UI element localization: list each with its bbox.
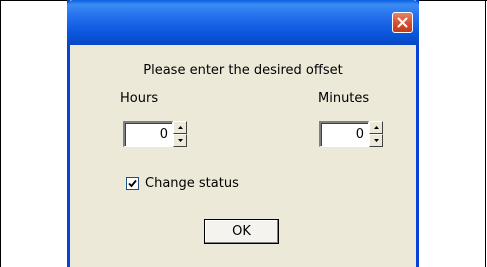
change-status-label[interactable]: Change status (145, 176, 239, 191)
minutes-decrement-button[interactable] (369, 134, 383, 147)
dialog-titlebar[interactable] (67, 0, 419, 45)
minutes-spin-buttons (369, 121, 383, 147)
hours-decrement-button[interactable] (173, 134, 187, 147)
close-icon (397, 17, 408, 28)
hours-input[interactable]: 0 (123, 121, 173, 147)
frame-right-border (485, 0, 486, 267)
close-button[interactable] (392, 12, 413, 33)
frame-left-border (0, 0, 1, 267)
hours-increment-button[interactable] (173, 121, 187, 134)
dialog-content: Please enter the desired offset Hours Mi… (70, 45, 416, 267)
minutes-label: Minutes (318, 91, 370, 106)
hours-spin-buttons (173, 121, 187, 147)
change-status-checkbox[interactable] (126, 177, 139, 190)
page: Please enter the desired offset Hours Mi… (0, 0, 487, 267)
arrow-down-icon (177, 139, 183, 142)
change-status-row: Change status (126, 176, 239, 191)
minutes-spinner: 0 (319, 121, 383, 147)
minutes-increment-button[interactable] (369, 121, 383, 134)
arrow-up-icon (177, 126, 183, 129)
minutes-input[interactable]: 0 (319, 121, 369, 147)
hours-spinner: 0 (123, 121, 187, 147)
ok-button[interactable]: OK (204, 219, 279, 244)
offset-dialog: Please enter the desired offset Hours Mi… (67, 0, 419, 267)
checkmark-icon (128, 179, 137, 188)
prompt-text: Please enter the desired offset (143, 63, 343, 78)
arrow-down-icon (373, 139, 379, 142)
arrow-up-icon (373, 126, 379, 129)
hours-label: Hours (120, 91, 159, 106)
